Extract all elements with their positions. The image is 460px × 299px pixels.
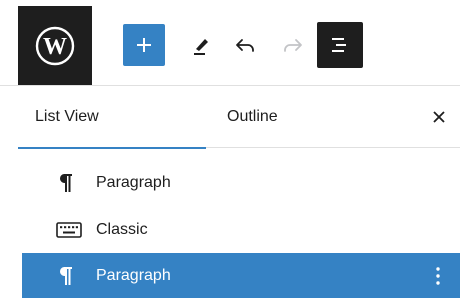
svg-text:W: W bbox=[43, 34, 67, 60]
wordpress-logo-button[interactable]: W bbox=[18, 6, 92, 85]
tab-list-view[interactable]: List View bbox=[18, 86, 206, 149]
editor-toolbar: W bbox=[0, 0, 460, 86]
list-item[interactable]: Paragraph bbox=[22, 160, 460, 205]
plus-icon bbox=[137, 38, 151, 52]
list-view-button[interactable] bbox=[317, 22, 363, 68]
keyboard-icon bbox=[56, 216, 96, 244]
paragraph-icon bbox=[56, 262, 96, 290]
tab-outline-label: Outline bbox=[227, 108, 278, 125]
sidebar-tabs: List View Outline bbox=[18, 86, 460, 149]
more-vertical-icon[interactable] bbox=[430, 253, 446, 298]
undo-button[interactable] bbox=[228, 28, 262, 62]
add-block-button[interactable] bbox=[123, 24, 165, 66]
list-item[interactable]: Classic bbox=[22, 207, 460, 252]
paragraph-icon bbox=[56, 169, 96, 197]
tab-list-view-label: List View bbox=[35, 108, 99, 125]
wordpress-icon: W bbox=[35, 26, 75, 65]
list-item-selected[interactable]: Paragraph bbox=[22, 253, 460, 298]
pencil-icon bbox=[194, 39, 208, 55]
tab-outline[interactable]: Outline bbox=[227, 86, 347, 148]
redo-button[interactable] bbox=[276, 28, 310, 62]
list-item-label: Paragraph bbox=[96, 266, 171, 284]
tools-button[interactable] bbox=[185, 28, 217, 62]
list-item-label: Paragraph bbox=[96, 173, 171, 191]
close-icon bbox=[433, 111, 445, 123]
close-button[interactable] bbox=[422, 100, 456, 134]
redo-icon bbox=[284, 39, 302, 52]
list-view-icon bbox=[332, 38, 346, 52]
undo-icon bbox=[236, 39, 254, 52]
list-item-label: Classic bbox=[96, 220, 148, 238]
active-tab-indicator bbox=[18, 147, 206, 149]
